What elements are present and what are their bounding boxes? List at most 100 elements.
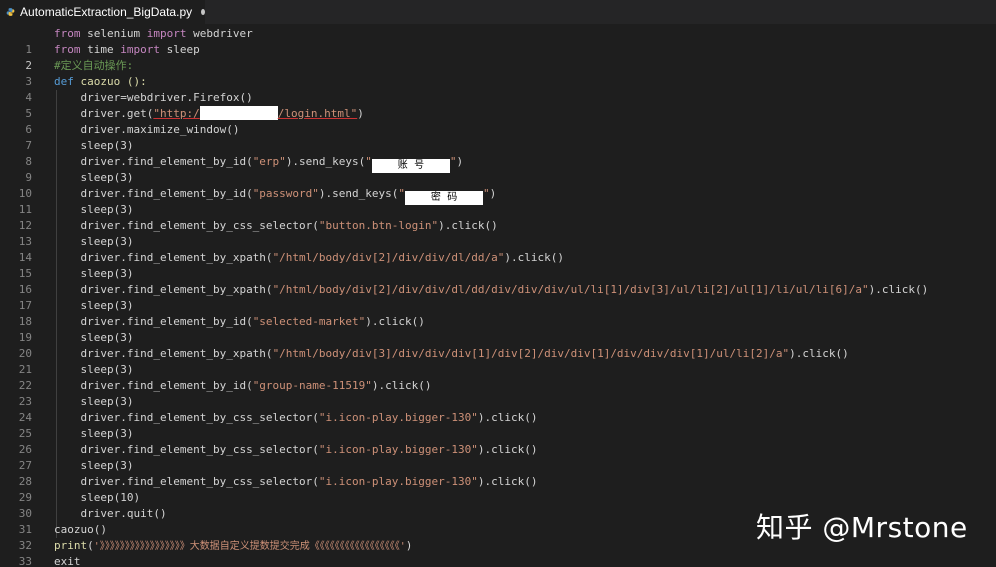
code-token: (: [87, 539, 94, 552]
code-token: ).click(): [371, 379, 432, 392]
code-token: sleep(3): [80, 427, 134, 440]
code-token: driver.find_element_by_css_selector(: [80, 443, 319, 456]
python-file-icon: [6, 8, 15, 16]
code-line: 15 driver.find_element_by_xpath("/html/b…: [0, 250, 996, 280]
code-line: 24 sleep(3): [0, 394, 996, 424]
tab-filename: AutomaticExtraction_BigData.py: [20, 5, 193, 19]
code-token: import: [146, 27, 187, 40]
code-token: driver.find_element_by_id(: [80, 379, 253, 392]
code-line: 13 driver.find_element_by_css_selector("…: [0, 218, 996, 248]
code-string: ": [483, 187, 490, 200]
code-token: exit: [54, 555, 81, 567]
code-token: sleep(10): [80, 491, 141, 504]
code-token: sleep(3): [80, 299, 134, 312]
code-token: ).click(): [789, 347, 849, 360]
code-token: driver.maximize_window(): [80, 123, 240, 136]
code-token: ).click(): [477, 475, 538, 488]
code-string: "i.icon-play.bigger-130": [318, 443, 478, 456]
code-line: 7 driver.maximize_window(): [0, 122, 996, 152]
code-token: sleep(3): [80, 331, 134, 344]
code-line: 3 #定义自动操作:: [0, 58, 996, 88]
code-string: "group-name-11519": [252, 379, 372, 392]
code-token: sleep(3): [80, 363, 134, 376]
code-token: sleep(3): [80, 459, 134, 472]
code-token: ).click(): [868, 283, 929, 296]
code-line: 1 from selenium import webdriver: [0, 26, 996, 56]
code-line: 26 sleep(3): [0, 426, 996, 456]
code-line: 27 driver.find_element_by_css_selector("…: [0, 442, 996, 472]
code-line: 20 sleep(3): [0, 330, 996, 360]
code-line: 9 driver.find_element_by_id("erp").send_…: [0, 154, 996, 184]
code-line: 17 driver.find_element_by_xpath("/html/b…: [0, 282, 996, 312]
code-line: 4 def caozuo ():: [0, 74, 996, 104]
code-line: 8 sleep(3): [0, 138, 996, 168]
code-token: ).click(): [438, 219, 498, 232]
code-line: 14 sleep(3): [0, 234, 996, 264]
code-token: driver.find_element_by_id(: [80, 315, 253, 328]
code-token: sleep(3): [80, 203, 134, 216]
code-token: sleep(3): [80, 267, 134, 280]
code-token: ): [405, 539, 413, 552]
code-line: 19 driver.find_element_by_id("selected-m…: [0, 314, 996, 344]
code-token: ).click(): [504, 251, 564, 264]
code-string: "http://login.html": [153, 106, 358, 120]
code-token: ).send_keys(: [318, 187, 399, 200]
code-token: driver.quit(): [80, 507, 167, 520]
code-editor[interactable]: 1 from selenium import webdriver 2 from …: [0, 26, 996, 567]
code-string: "/html/body/div[2]/div/div/dl/dd/a": [272, 251, 505, 264]
code-string: "erp": [252, 155, 286, 168]
watermark: 知乎 @Mrstone: [756, 511, 968, 544]
code-token: time: [80, 43, 121, 56]
code-token: ): [489, 187, 497, 200]
code-token: from: [54, 27, 81, 40]
code-token: driver.find_element_by_xpath(: [80, 283, 273, 296]
code-token: driver.find_element_by_css_selector(: [80, 219, 319, 232]
code-token: sleep(3): [80, 235, 134, 248]
code-token: sleep(3): [80, 171, 134, 184]
code-token: print: [54, 539, 88, 552]
code-line: 6 driver.get("http://login.html"): [0, 106, 996, 136]
code-string: ": [398, 187, 406, 200]
code-token: ): [357, 107, 364, 120]
editor-tab[interactable]: AutomaticExtraction_BigData.py: [0, 0, 205, 24]
code-line: 21 driver.find_element_by_xpath("/html/b…: [0, 346, 996, 376]
code-line: 29 driver.find_element_by_css_selector("…: [0, 474, 996, 504]
code-token: ).click(): [477, 411, 538, 424]
code-token: ).click(): [365, 315, 425, 328]
code-token: driver.find_element_by_id(: [80, 187, 253, 200]
code-string: ": [365, 155, 372, 168]
code-token: sleep(3): [80, 395, 134, 408]
code-line: 2 from time import sleep: [0, 42, 996, 72]
code-token: driver.find_element_by_css_selector(: [80, 411, 319, 424]
code-token: caozuo(): [54, 523, 107, 536]
code-token: driver.find_element_by_css_selector(: [80, 475, 319, 488]
code-string: "i.icon-play.bigger-130": [318, 475, 478, 488]
code-token: ).click(): [477, 443, 538, 456]
code-string: "/html/body/div[3]/div/div/div[1]/div[2]…: [272, 347, 790, 360]
code-string: "i.icon-play.bigger-130": [318, 411, 478, 424]
code-line: 23 driver.find_element_by_id("group-name…: [0, 378, 996, 408]
code-line: 18 sleep(3): [0, 298, 996, 328]
code-string: ": [449, 155, 457, 168]
code-token: caozuo ():: [73, 75, 147, 88]
tab-bar: AutomaticExtraction_BigData.py: [0, 0, 996, 24]
code-line: 16 sleep(3): [0, 266, 996, 296]
code-token: driver=webdriver.Firefox(): [80, 91, 253, 104]
code-line: 5 driver=webdriver.Firefox(): [0, 90, 996, 120]
code-string: '》》》》》》》》》》》》》》》》》大数据自定义提数提交完成《《《《《《《《《《…: [93, 541, 406, 552]
unsaved-dot-icon[interactable]: [201, 9, 205, 15]
code-line: 28 sleep(3): [0, 458, 996, 488]
redaction-mask: [199, 106, 278, 120]
code-line: 11 driver.find_element_by_id("password")…: [0, 186, 996, 216]
code-token: driver.find_element_by_xpath(: [80, 347, 273, 360]
code-string: "/html/body/div[2]/div/div/dl/dd/div/div…: [272, 283, 869, 296]
code-token: ): [456, 155, 464, 168]
code-token: driver.find_element_by_xpath(: [80, 251, 273, 264]
code-line: 12 sleep(3): [0, 202, 996, 232]
code-line: 10 sleep(3): [0, 170, 996, 200]
code-token: ).send_keys(: [285, 155, 366, 168]
code-string: "button.btn-login": [318, 219, 439, 232]
code-token: webdriver: [186, 27, 253, 40]
code-line: 25 driver.find_element_by_css_selector("…: [0, 410, 996, 440]
code-token: selenium: [80, 27, 147, 40]
